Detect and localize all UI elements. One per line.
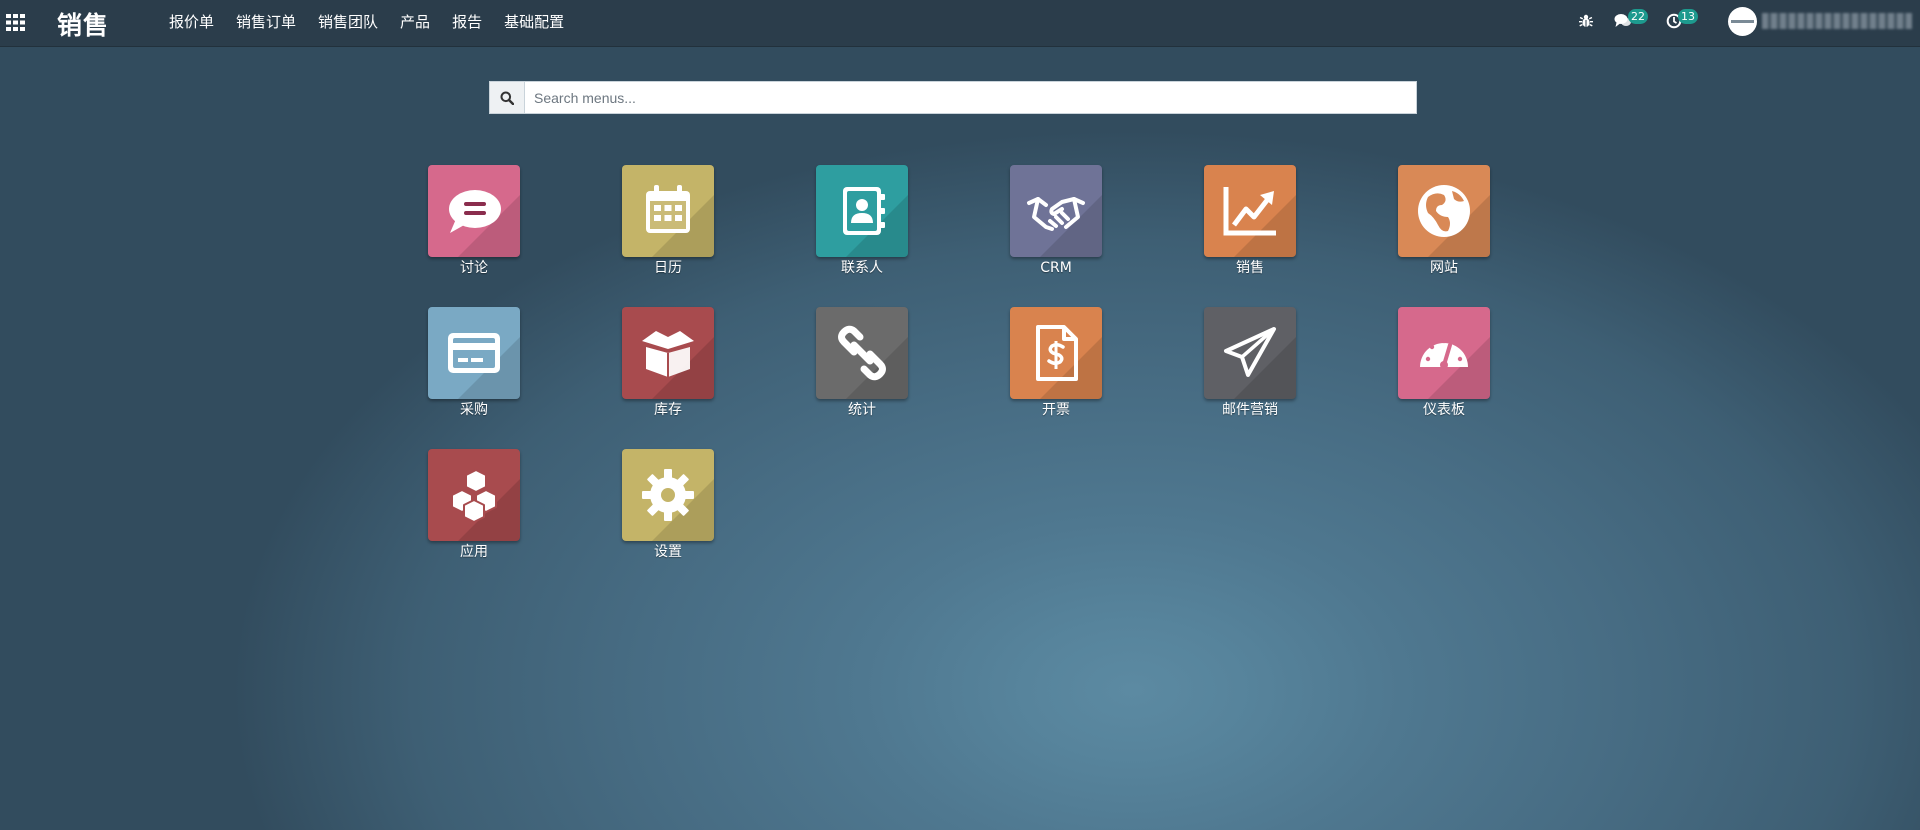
app-icon-settings: [622, 449, 714, 541]
box-icon: [642, 331, 694, 377]
handshake-icon: [1027, 197, 1085, 231]
globe-icon: [1418, 185, 1470, 237]
app-icon-crm: [1010, 165, 1102, 257]
app-icon-email-marketing: [1204, 307, 1296, 399]
app-label-sales: 销售: [1236, 260, 1264, 276]
app-icon-apps: [428, 449, 520, 541]
user-avatar[interactable]: [1728, 7, 1757, 36]
calendar-icon: [646, 185, 690, 233]
activities-count-badge: 13: [1678, 9, 1698, 24]
credit-card-icon: [448, 333, 500, 373]
app-label-settings: 设置: [654, 544, 682, 560]
app-icon-contacts: [816, 165, 908, 257]
app-tile-crm[interactable]: CRM: [996, 165, 1116, 295]
app-brand-title[interactable]: 销售: [57, 6, 109, 42]
app-tile-purchase[interactable]: 采购: [414, 307, 534, 437]
top-navbar: 销售 报价单 销售订单 销售团队 产品 报告 基础配置 22 13: [0, 0, 1920, 47]
app-icon-sales: [1204, 165, 1296, 257]
search-menus-box: [489, 81, 1417, 114]
search-icon: [490, 82, 525, 113]
app-tile-calendar[interactable]: 日历: [608, 165, 728, 295]
app-label-website: 网站: [1430, 260, 1458, 276]
paper-plane-icon: [1224, 327, 1276, 377]
app-label-invoicing: 开票: [1042, 402, 1070, 418]
avatar-logo-mark: [1731, 20, 1754, 23]
menu-item-sales-teams[interactable]: 销售团队: [307, 0, 389, 46]
app-icon-statistics: [816, 307, 908, 399]
app-tile-contacts[interactable]: 联系人: [802, 165, 922, 295]
debug-bug-icon[interactable]: [1578, 13, 1594, 33]
app-tile-apps[interactable]: 应用: [414, 449, 534, 579]
line-chart-icon: [1223, 187, 1276, 236]
app-label-dashboard: 仪表板: [1423, 402, 1465, 418]
app-icon-discuss: [428, 165, 520, 257]
app-label-discuss: 讨论: [460, 260, 488, 276]
apps-menu-icon[interactable]: [6, 14, 25, 31]
messages-count-badge: 22: [1628, 9, 1648, 24]
menu-item-quotations[interactable]: 报价单: [158, 0, 225, 46]
cubes-icon: [451, 469, 497, 523]
app-tile-sales[interactable]: 销售: [1190, 165, 1310, 295]
app-label-purchase: 采购: [460, 402, 488, 418]
app-tile-settings[interactable]: 设置: [608, 449, 728, 579]
menu-item-configuration[interactable]: 基础配置: [493, 0, 575, 46]
app-tile-statistics[interactable]: 统计: [802, 307, 922, 437]
gear-icon: [642, 469, 694, 521]
menu-item-reporting[interactable]: 报告: [441, 0, 493, 46]
app-tile-email-marketing[interactable]: 邮件营销: [1190, 307, 1310, 437]
user-name-blurred[interactable]: [1762, 13, 1912, 29]
app-label-apps: 应用: [460, 544, 488, 560]
app-tile-website[interactable]: 网站: [1384, 165, 1504, 295]
app-label-email-marketing: 邮件营销: [1222, 402, 1278, 418]
search-menus-input[interactable]: [525, 82, 1410, 113]
chat-bubble-icon: [449, 190, 501, 233]
app-label-calendar: 日历: [654, 260, 682, 276]
app-label-crm: CRM: [1040, 260, 1072, 276]
address-book-icon: [843, 187, 885, 235]
app-label-inventory: 库存: [654, 402, 682, 418]
app-label-contacts: 联系人: [841, 260, 883, 276]
app-icon-calendar: [622, 165, 714, 257]
link-icon: [838, 325, 886, 381]
app-tile-invoicing[interactable]: 开票: [996, 307, 1116, 437]
app-tile-inventory[interactable]: 库存: [608, 307, 728, 437]
app-icon-purchase: [428, 307, 520, 399]
main-menu: 报价单 销售订单 销售团队 产品 报告 基础配置: [158, 0, 575, 46]
menu-item-products[interactable]: 产品: [389, 0, 441, 46]
app-tile-dashboard[interactable]: 仪表板: [1384, 307, 1504, 437]
app-icon-invoicing: [1010, 307, 1102, 399]
app-icon-inventory: [622, 307, 714, 399]
gauge-icon: [1420, 338, 1468, 369]
menu-item-sales-orders[interactable]: 销售订单: [225, 0, 307, 46]
app-label-statistics: 统计: [848, 402, 876, 418]
app-icon-dashboard: [1398, 307, 1490, 399]
invoice-dollar-icon: [1036, 325, 1078, 381]
app-icon-website: [1398, 165, 1490, 257]
app-tile-discuss[interactable]: 讨论: [414, 165, 534, 295]
